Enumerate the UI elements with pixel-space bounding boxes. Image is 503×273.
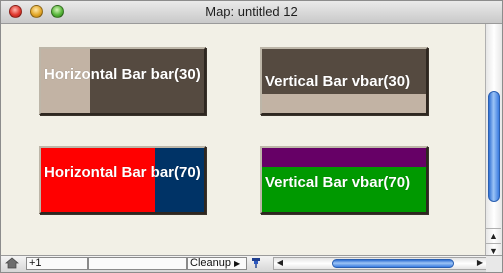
- horizontal-bar-widget[interactable]: Horizontal Bar bar(30): [39, 47, 206, 115]
- widget-label: Vertical Bar vbar(70): [265, 174, 411, 191]
- cleanup-label: Cleanup: [190, 257, 231, 269]
- vertical-scroll-thumb[interactable]: [488, 91, 500, 202]
- bar-fill: [262, 93, 426, 113]
- blank-field[interactable]: [88, 257, 187, 270]
- widget-label: Horizontal Bar bar(30): [44, 66, 201, 83]
- home-icon[interactable]: [4, 257, 26, 270]
- map-window: Map: untitled 12 Horizontal Bar bar(30) …: [0, 0, 503, 273]
- cleanup-arrow-icon: ▶: [234, 259, 241, 268]
- vertical-scrollbar[interactable]: ▲ ▼: [485, 24, 502, 258]
- widget-label: Vertical Bar vbar(30): [265, 73, 411, 90]
- scroll-left-icon[interactable]: ◀: [274, 257, 286, 272]
- zoom-field[interactable]: +1: [26, 257, 88, 270]
- window-title: Map: untitled 12: [205, 4, 298, 19]
- vertical-bar-widget[interactable]: Vertical Bar vbar(30): [260, 47, 428, 115]
- pin-icon[interactable]: [249, 257, 267, 270]
- vertical-bar-widget[interactable]: Vertical Bar vbar(70): [260, 146, 428, 214]
- horizontal-scroll-thumb[interactable]: [332, 259, 454, 268]
- scroll-up-icon[interactable]: ▲: [486, 228, 501, 243]
- resize-grip-icon[interactable]: [486, 256, 502, 272]
- bottom-toolbar: +1 Cleanup ▶ ◀ ▶: [1, 255, 502, 272]
- title-bar[interactable]: Map: untitled 12: [1, 1, 502, 24]
- horizontal-bar-widget[interactable]: Horizontal Bar bar(70): [39, 146, 206, 214]
- horizontal-scrollbar[interactable]: ◀ ▶: [273, 257, 487, 270]
- widget-label: Horizontal Bar bar(70): [44, 164, 201, 181]
- map-canvas[interactable]: Horizontal Bar bar(30) Vertical Bar vbar…: [1, 24, 486, 258]
- scroll-right-icon[interactable]: ▶: [474, 257, 486, 272]
- cleanup-button[interactable]: Cleanup ▶: [187, 257, 247, 270]
